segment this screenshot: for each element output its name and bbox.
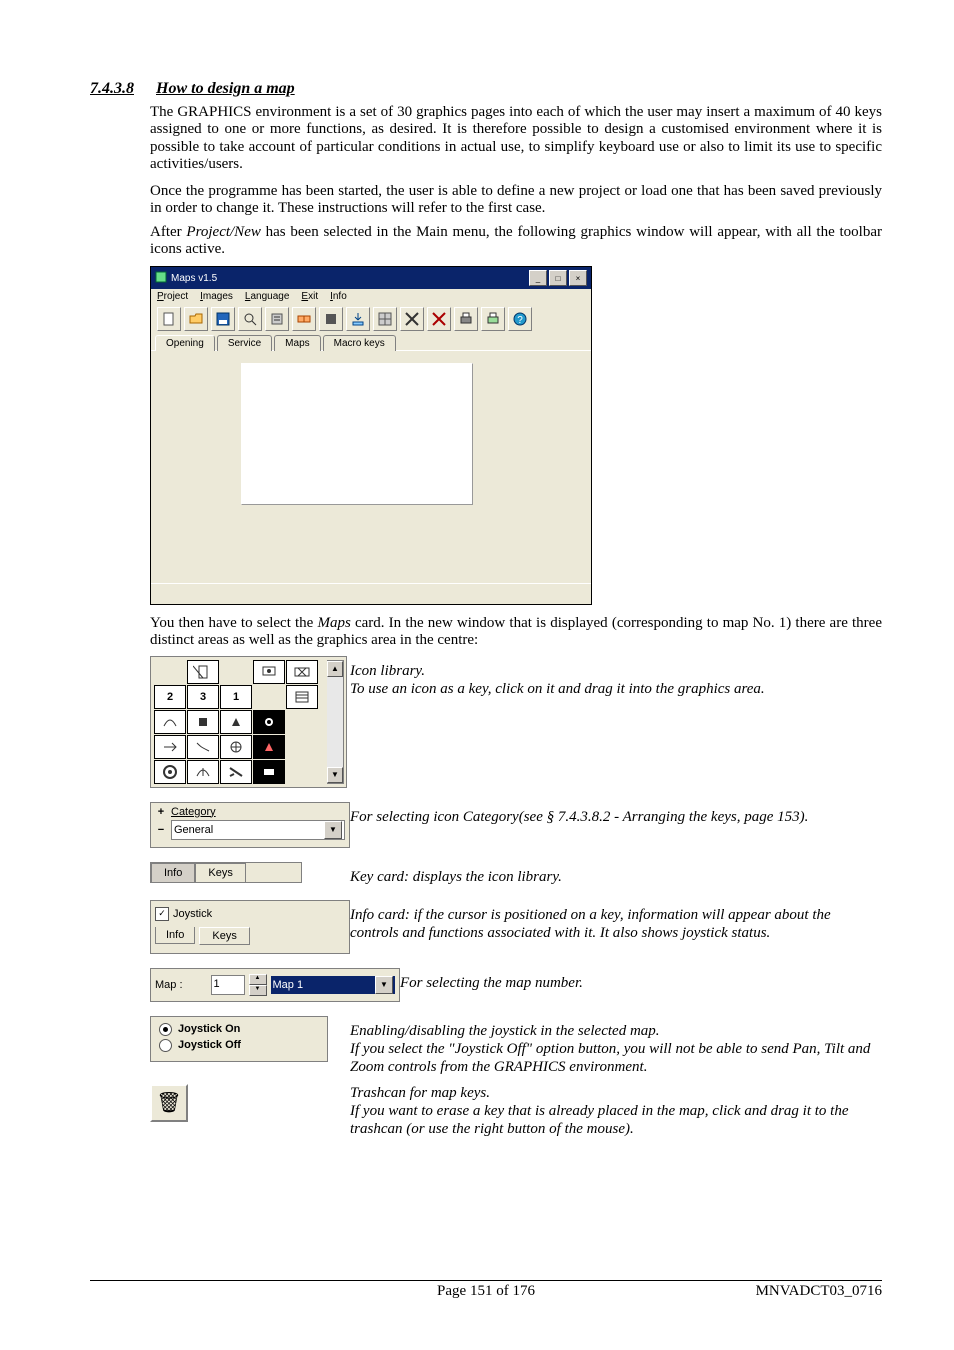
map-name-select[interactable]: Map 1 ▼ [271,976,395,994]
tab-info[interactable]: Info [155,927,195,944]
trashcan-description: Trashcan for map keys. If you want to er… [350,1084,882,1138]
print-icon[interactable] [454,307,478,331]
joystick-checkbox[interactable]: ✓ Joystick [155,907,345,921]
map-number-spinner[interactable]: ▲ ▼ [249,974,267,996]
category-select[interactable]: General ▼ [171,820,345,840]
joystick-off-radio[interactable]: Joystick Off [159,1039,319,1052]
category-description: For selecting icon Category(see § 7.4.3.… [350,802,808,826]
new-file-icon[interactable] [157,307,181,331]
close-icon[interactable]: × [569,270,587,286]
connect-icon[interactable] [292,307,316,331]
scroll-down-icon[interactable]: ▼ [327,767,343,783]
settings3-icon[interactable] [427,307,451,331]
info-card-description: Info card: if the cursor is positioned o… [350,900,882,942]
paragraph: You then have to select the Maps card. I… [150,615,882,650]
joystick-description: Enabling/disabling the joystick in the s… [350,1016,882,1076]
download-icon[interactable] [346,307,370,331]
paragraph: After Project/New has been selected in t… [150,224,882,259]
help-icon[interactable]: ? [508,307,532,331]
spinner-up-icon[interactable]: ▲ [249,974,267,985]
menu-language[interactable]: Language [245,291,290,302]
window-title: Maps v1.5 [171,273,217,284]
print2-icon[interactable] [481,307,505,331]
icon-library[interactable]: 2 3 1 [150,656,347,788]
plus-icon[interactable]: + [155,806,167,818]
stop-icon[interactable] [319,307,343,331]
section-number: 7.4.3.8 [90,80,134,98]
map-selector: Map : 1 ▲ ▼ Map 1 ▼ [150,968,400,1002]
trash-icon: 🗑 [156,1090,181,1115]
map-label: Map : [155,979,183,991]
statusbar [151,583,591,604]
category-selector: + Category − General ▼ [150,802,350,848]
menu-exit[interactable]: Exit [301,291,318,302]
menu-project[interactable]: Project [157,291,188,302]
save-icon[interactable] [211,307,235,331]
tab-info[interactable]: Info [151,863,195,882]
preview-icon[interactable] [238,307,262,331]
page-number: Page 151 of 176 [90,1283,882,1300]
open-folder-icon[interactable] [184,307,208,331]
dropdown-arrow-icon[interactable]: ▼ [375,976,393,994]
section-title: How to design a map [156,80,295,98]
page-footer: Page 151 of 176 MNVADCT03_0716 [90,1280,882,1300]
app-window: Maps v1.5 _ □ × Project Images Language … [150,266,592,605]
map-selector-description: For selecting the map number. [400,968,583,992]
maximize-icon[interactable]: □ [549,270,567,286]
graphics-canvas[interactable] [241,363,473,505]
joystick-radio-panel: Joystick On Joystick Off [150,1016,328,1062]
menu-info[interactable]: Info [330,291,347,302]
svg-text:?: ? [517,315,523,326]
minus-icon[interactable]: − [155,824,167,836]
menu-images[interactable]: Images [200,291,233,302]
category-label: Category [171,806,216,818]
icon-library-scrollbar[interactable]: ▲ ▼ [327,660,344,784]
dropdown-arrow-icon[interactable]: ▼ [324,821,342,839]
scroll-up-icon[interactable]: ▲ [327,661,343,677]
icon-library-description: Icon library. To use an icon as a key, c… [350,656,765,698]
settings-icon[interactable] [265,307,289,331]
app-client-area [151,351,591,583]
keys-button[interactable]: Keys [199,927,249,945]
map-number-input[interactable]: 1 [211,975,245,995]
key-card-description: Key card: displays the icon library. [350,862,562,886]
key-card-tabs: Info Keys [150,862,302,883]
joystick-on-radio[interactable]: Joystick On [159,1023,319,1036]
tab-opening[interactable]: Opening [155,335,215,351]
app-icon [155,271,167,286]
tab-macro-keys[interactable]: Macro keys [323,335,396,351]
toolbar: ? [151,304,591,334]
paragraph: The GRAPHICS environment is a set of 30 … [150,104,882,173]
info-card-panel: ✓ Joystick Info Keys [150,900,350,954]
window-titlebar: Maps v1.5 _ □ × [151,267,591,289]
settings2-icon[interactable] [400,307,424,331]
tab-maps[interactable]: Maps [274,335,320,351]
trashcan-button[interactable]: 🗑 [150,1084,188,1122]
grid-icon[interactable] [373,307,397,331]
spinner-down-icon[interactable]: ▼ [249,985,267,996]
tab-service[interactable]: Service [217,335,272,351]
tab-keys[interactable]: Keys [195,863,245,882]
minimize-icon[interactable]: _ [529,270,547,286]
paragraph: Once the programme has been started, the… [150,183,882,218]
tabs-row: Opening Service Maps Macro keys [151,334,591,351]
menubar: Project Images Language Exit Info [151,289,591,304]
